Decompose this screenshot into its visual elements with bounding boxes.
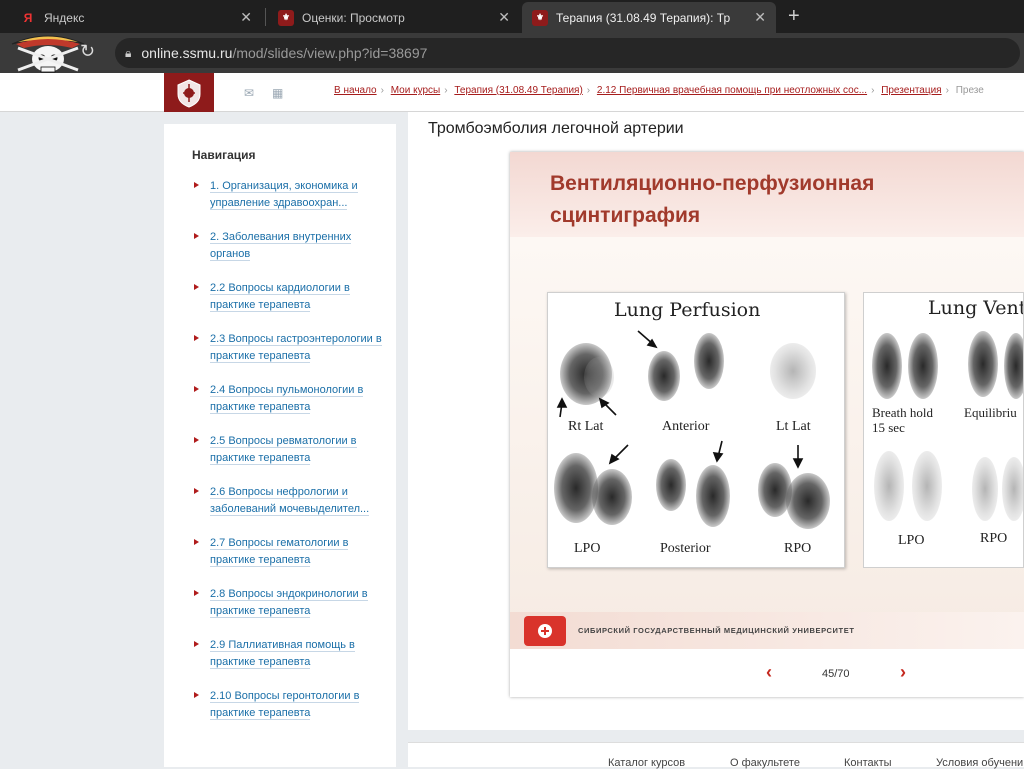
bullet-icon <box>194 182 199 188</box>
chevron-left-icon[interactable]: ‹ <box>766 662 772 683</box>
browser-tabbar: Я Яндекс ✕ ⚜ Оценки: Просмотр ✕ ⚜ Терапи… <box>0 0 1024 33</box>
nav-item[interactable]: 2.6 Вопросы нефрологии и заболеваний моч… <box>194 484 384 518</box>
breadcrumb-course[interactable]: Терапия (31.08.49 Терапия) <box>454 85 582 96</box>
bullet-icon <box>194 539 199 545</box>
page-title: Тромбоэмболия легочной артерии <box>428 120 684 137</box>
university-name: Сибирский государственный медицинский ун… <box>578 626 855 635</box>
ssmu-icon: ⚜ <box>532 9 548 26</box>
ssmu-logo[interactable] <box>164 73 214 112</box>
tab-divider <box>265 8 266 26</box>
nav-item[interactable]: 2.7 Вопросы гематологии в практике терап… <box>194 535 384 569</box>
close-icon[interactable]: ✕ <box>498 9 510 26</box>
lung-blob <box>912 451 942 521</box>
nav-item[interactable]: 2.3 Вопросы гастроэнтерологии в практике… <box>194 331 384 365</box>
lung-blob <box>1004 333 1023 399</box>
lung-blob <box>968 331 998 397</box>
footer-link-terms[interactable]: Условия обучени <box>936 757 1023 769</box>
bullet-icon <box>194 386 199 392</box>
nav-item[interactable]: 1. Организация, экономика и управление з… <box>194 178 384 212</box>
nav-item[interactable]: 2.9 Паллиативная помощь в практике терап… <box>194 637 384 671</box>
new-tab-icon[interactable]: + <box>788 5 800 28</box>
browser-tab-grades[interactable]: ⚜ Оценки: Просмотр ✕ <box>268 2 520 33</box>
mail-icon[interactable]: ✉ <box>244 86 254 100</box>
tab-label: Яндекс <box>44 10 85 25</box>
lung-blob <box>908 333 938 399</box>
browser-tab-yandex[interactable]: Я Яндекс ✕ <box>10 2 262 33</box>
breadcrumb-separator: › <box>945 85 949 96</box>
scan-label: LPO <box>898 533 925 548</box>
breadcrumb-current: Презе <box>955 85 984 96</box>
nav-item[interactable]: 2.4 Вопросы пульмонологии в практике тер… <box>194 382 384 416</box>
breadcrumb-separator: › <box>871 85 875 96</box>
bullet-icon <box>194 488 199 494</box>
nav-item[interactable]: 2.8 Вопросы эндокринологии в практике те… <box>194 586 384 620</box>
url-field[interactable]: 🔒︎ online.ssmu.ru/mod/slides/view.php?id… <box>115 38 1020 68</box>
yandex-icon: Я <box>23 10 33 25</box>
bullet-icon <box>194 641 199 647</box>
arrow-annotations <box>556 330 804 469</box>
breadcrumb-separator: › <box>380 85 384 96</box>
nav-item[interactable]: 2.2 Вопросы кардиологии в практике терап… <box>194 280 384 314</box>
scan-label: Breath hold 15 sec <box>872 405 934 435</box>
bullet-icon <box>194 284 199 290</box>
bullet-icon <box>194 335 199 341</box>
breadcrumb: В начало › Мои курсы › Терапия (31.08.49 Т… <box>334 85 1024 96</box>
lung-ventilation-image: Lung Venti Breath hold 15 sec Equilibriu… <box>863 292 1024 568</box>
grid-icon[interactable]: ▦ <box>272 86 283 100</box>
footer-link-about[interactable]: О факультете <box>730 757 800 769</box>
chevron-right-icon[interactable]: › <box>900 662 906 683</box>
slide-footer: Сибирский государственный медицинский ун… <box>510 612 1024 649</box>
slide-counter: 45/70 <box>822 668 850 680</box>
lung-blob <box>1002 457 1023 521</box>
browser-tab-therapy[interactable]: ⚜ Терапия (31.08.49 Терапия): Тр ✕ <box>522 2 776 33</box>
slide-title-line: Вентиляционно-перфузионная <box>550 172 875 195</box>
slide-viewer: Вентиляционно-перфузионная сцинтиграфия … <box>510 152 1024 697</box>
close-icon[interactable]: ✕ <box>754 9 766 26</box>
url-host: online.ssmu.ru <box>141 45 233 61</box>
lock-icon: 🔒︎ <box>125 45 132 60</box>
nav-item[interactable]: 2. Заболевания внутренних органов <box>194 229 384 263</box>
navigation-block: Навигация 1. Организация, экономика и уп… <box>164 124 396 767</box>
tab-label: Оценки: Просмотр <box>302 10 405 25</box>
navigation-title: Навигация <box>192 148 256 162</box>
scan-title: Lung Venti <box>928 297 1024 319</box>
medical-kit-icon <box>524 616 566 646</box>
slide-pager: ‹ 45/70 › <box>510 652 1024 697</box>
breadcrumb-home[interactable]: В начало <box>334 85 377 96</box>
bullet-icon <box>194 590 199 596</box>
crest-icon <box>177 78 201 108</box>
lung-blob <box>972 457 998 521</box>
lung-perfusion-image: Lung Perfusion Rt Lat Anterior Lt Lat LP… <box>547 292 845 568</box>
page-footer: Каталог курсов О факультете Контакты Усл… <box>408 742 1024 769</box>
slide-title-line: сцинтиграфия <box>550 204 701 227</box>
breadcrumb-my-courses[interactable]: Мои курсы <box>391 85 441 96</box>
breadcrumb-separator: › <box>586 85 591 96</box>
pirate-skull-icon <box>11 35 85 73</box>
site-header: ✉ ▦ В начало › Мои курсы › Терапия (31.08.… <box>0 73 1024 112</box>
close-icon[interactable]: ✕ <box>240 9 252 26</box>
bullet-icon <box>194 437 199 443</box>
scan-label: RPO <box>980 531 1008 546</box>
lung-blob <box>872 333 902 399</box>
breadcrumb-presentation[interactable]: Презентация <box>881 85 941 96</box>
lung-blob <box>874 451 904 521</box>
bullet-icon <box>194 233 199 239</box>
slide-header: Вентиляционно-перфузионная сцинтиграфия <box>510 152 1024 237</box>
nav-item[interactable]: 2.10 Вопросы геронтологии в практике тер… <box>194 688 384 722</box>
reload-icon[interactable]: ↻ <box>80 41 95 62</box>
navigation-list: 1. Организация, экономика и управление з… <box>194 178 384 739</box>
slide-title: Вентиляционно-перфузионная сцинтиграфия <box>550 168 1020 232</box>
scan-label: Equilibriu <box>964 405 1017 420</box>
url-path: /mod/slides/view.php?id=38697 <box>232 45 428 61</box>
breadcrumb-separator: › <box>444 85 448 96</box>
ssmu-icon: ⚜ <box>278 9 294 26</box>
footer-link-contacts[interactable]: Контакты <box>844 757 892 769</box>
nav-item[interactable]: 2.5 Вопросы ревматологии в практике тера… <box>194 433 384 467</box>
breadcrumb-section[interactable]: 2.12 Первичная врачебная помощь при неот… <box>597 85 867 96</box>
tab-label: Терапия (31.08.49 Терапия): Тр <box>556 10 731 25</box>
bullet-icon <box>194 692 199 698</box>
footer-link-catalog[interactable]: Каталог курсов <box>608 757 685 769</box>
